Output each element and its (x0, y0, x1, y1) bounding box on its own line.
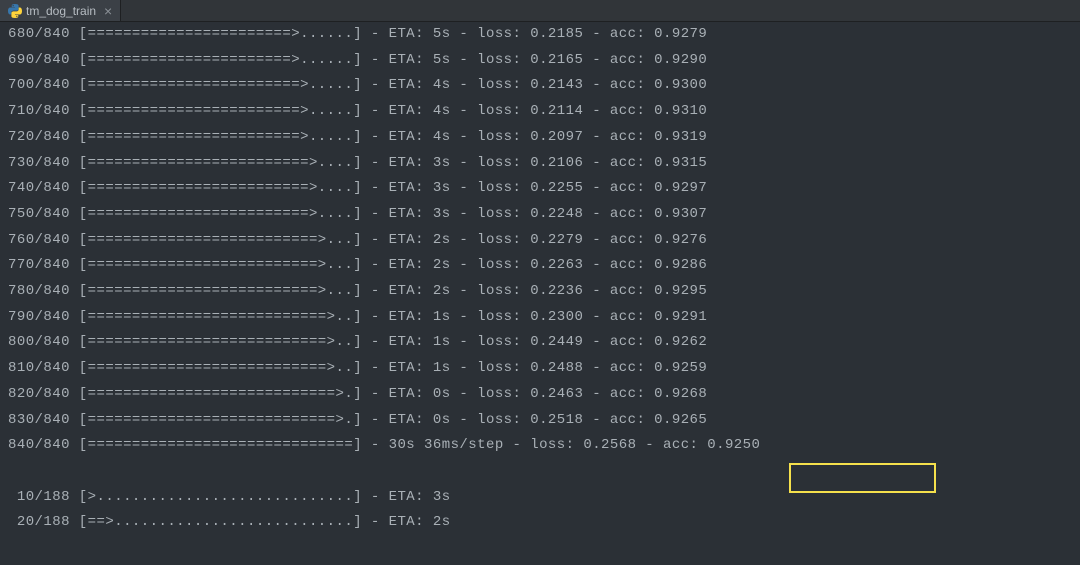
console-line: 840/840 [==============================]… (0, 433, 1080, 459)
close-icon[interactable]: × (104, 4, 112, 18)
console-line: 700/840 [========================>.....]… (0, 73, 1080, 99)
console-line: 800/840 [===========================>..]… (0, 330, 1080, 356)
console-line: 680/840 [=======================>......]… (0, 22, 1080, 48)
console-line: 810/840 [===========================>..]… (0, 356, 1080, 382)
console-line: 770/840 [==========================>...]… (0, 253, 1080, 279)
console-line: 690/840 [=======================>......]… (0, 48, 1080, 74)
console-line: 750/840 [=========================>....]… (0, 202, 1080, 228)
python-icon (8, 4, 22, 18)
console-line: 790/840 [===========================>..]… (0, 305, 1080, 331)
console-line: 10/188 [>.............................] … (0, 485, 1080, 511)
console-line: 780/840 [==========================>...]… (0, 279, 1080, 305)
tab-bar: tm_dog_train × (0, 0, 1080, 22)
tab-tm-dog-train[interactable]: tm_dog_train × (0, 0, 121, 21)
console-line: 830/840 [============================>.]… (0, 408, 1080, 434)
console-line: 740/840 [=========================>....]… (0, 176, 1080, 202)
console-line: 710/840 [========================>.....]… (0, 99, 1080, 125)
console-line: 720/840 [========================>.....]… (0, 125, 1080, 151)
console-line: 760/840 [==========================>...]… (0, 228, 1080, 254)
console-line: 20/188 [==>...........................] … (0, 510, 1080, 536)
console-line (0, 459, 1080, 485)
tab-label: tm_dog_train (26, 4, 96, 18)
console-output: 680/840 [=======================>......]… (0, 22, 1080, 536)
console-line: 730/840 [=========================>....]… (0, 151, 1080, 177)
console-line: 820/840 [============================>.]… (0, 382, 1080, 408)
